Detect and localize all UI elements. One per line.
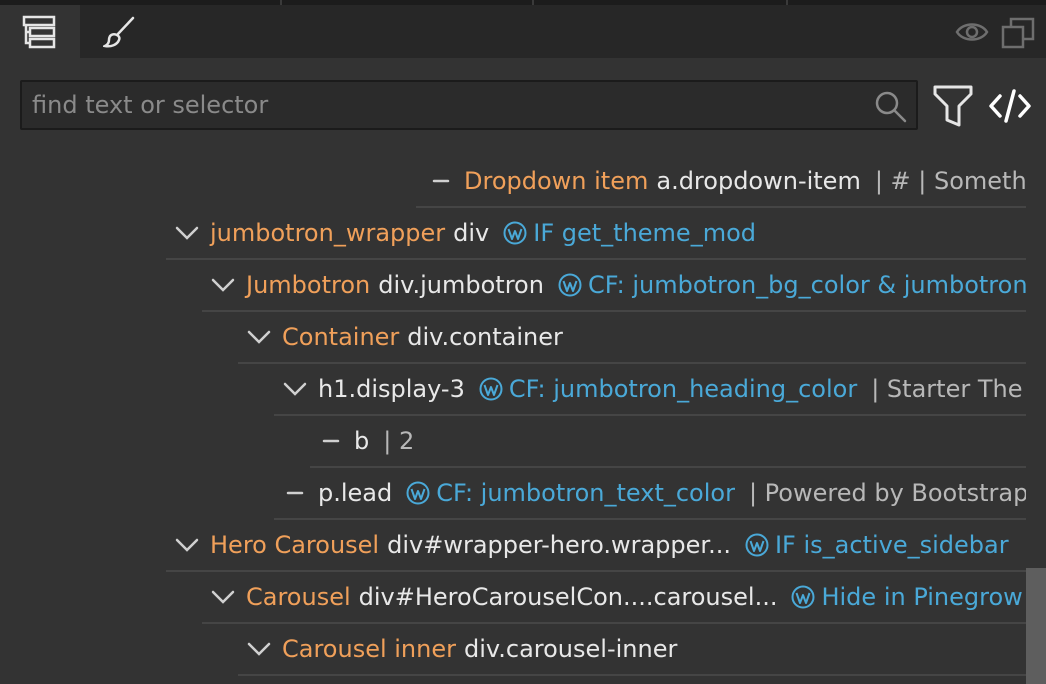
wordpress-icon xyxy=(503,221,527,245)
chevron-down-icon xyxy=(247,330,271,344)
component-name: Carousel xyxy=(246,583,351,611)
tree-row[interactable]: Carousel inner div.carousel-inner xyxy=(238,624,1026,676)
search-icon[interactable] xyxy=(874,90,908,124)
duplicate-icon[interactable] xyxy=(1001,17,1035,51)
style-tab[interactable] xyxy=(80,5,160,58)
component-name: Container xyxy=(282,323,400,351)
code-view-icon[interactable] xyxy=(988,88,1032,124)
expand-toggle[interactable] xyxy=(246,324,282,350)
wordpress-action[interactable]: CF: jumbotron_text_color xyxy=(406,479,735,507)
wordpress-action-label: IF get_theme_mod xyxy=(533,219,756,247)
brush-icon xyxy=(103,16,135,47)
tree-row[interactable]: h1.display-3 CF: jumbotron_heading_color |… xyxy=(274,364,1026,416)
wordpress-action[interactable]: IF is_active_sidebar xyxy=(745,531,1009,559)
tree-tab[interactable] xyxy=(0,5,80,58)
wordpress-action[interactable]: CF: jumbotron_heading_color xyxy=(479,375,857,403)
element-text-preview: | 2 xyxy=(383,427,415,455)
tree-icon xyxy=(22,15,56,48)
element-selector: div xyxy=(453,219,490,247)
expand-toggle[interactable] xyxy=(210,584,246,610)
element-selector: div.jumbotron xyxy=(378,271,544,299)
leaf-marker xyxy=(318,428,354,454)
element-selector: h1.display-3 xyxy=(318,375,465,403)
leaf-dash-icon xyxy=(286,491,304,495)
chevron-down-icon xyxy=(211,278,235,292)
wordpress-action-label: CF: jumbotron_text_color xyxy=(436,479,735,507)
eye-icon[interactable] xyxy=(955,17,989,47)
wordpress-action[interactable]: IF get_theme_mod xyxy=(503,219,756,247)
wordpress-icon xyxy=(791,585,815,609)
tree-row[interactable]: Jumbotron div.jumbotron CF: jumbotron_bg_c… xyxy=(202,260,1026,312)
tree-row[interactable]: Carousel div#HeroCarouselCon....carousel.… xyxy=(202,572,1026,624)
chevron-down-icon xyxy=(211,590,235,604)
element-selector: a.dropdown-item xyxy=(656,167,861,195)
wordpress-action-label: Hide in Pinegrow xyxy=(821,583,1023,611)
wordpress-action[interactable]: Hide in Pinegrow xyxy=(791,583,1023,611)
expand-toggle[interactable] xyxy=(246,636,282,662)
scrollbar-thumb[interactable] xyxy=(1026,568,1046,684)
element-selector: p.lead xyxy=(318,479,393,507)
expand-toggle[interactable] xyxy=(210,272,246,298)
component-name: Dropdown item xyxy=(464,167,649,195)
leaf-marker xyxy=(428,168,464,194)
chevron-down-icon xyxy=(247,642,271,656)
filter-icon[interactable] xyxy=(932,84,974,128)
leaf-dash-icon xyxy=(432,179,450,183)
chevron-down-icon xyxy=(175,538,199,552)
leaf-marker xyxy=(282,480,318,506)
element-selector: div.carousel-inner xyxy=(464,635,678,663)
wordpress-icon xyxy=(558,273,582,297)
element-selector: div.container xyxy=(407,323,563,351)
component-name: Hero Carousel xyxy=(210,531,380,559)
tree-row[interactable]: p.lead CF: jumbotron_text_color | Powered … xyxy=(274,468,1026,520)
tree-row[interactable]: b | 2 xyxy=(310,416,1026,468)
search-input[interactable] xyxy=(32,82,872,128)
wordpress-icon xyxy=(479,377,503,401)
element-text-preview: | Starter The xyxy=(871,375,1023,403)
chevron-down-icon xyxy=(175,226,199,240)
wordpress-action-label: CF: jumbotron_bg_color & jumbotron xyxy=(587,271,1026,299)
tree-row[interactable]: Container div.container xyxy=(238,312,1026,364)
component-name: Jumbotron xyxy=(246,271,371,299)
tree-row[interactable]: Hero Carousel div#wrapper-hero.wrapper...… xyxy=(166,520,1026,572)
tree-row[interactable]: Dropdown item a.dropdown-item | # | Someth xyxy=(416,156,1026,208)
chevron-down-icon xyxy=(283,382,307,396)
component-name: Carousel inner xyxy=(282,635,456,663)
leaf-dash-icon xyxy=(322,439,340,443)
panel-tab-bar xyxy=(0,5,1046,58)
element-text-preview: | Powered by Bootstrap xyxy=(748,479,1026,507)
expand-toggle[interactable] xyxy=(282,376,318,402)
wordpress-action-label: IF is_active_sidebar xyxy=(774,531,1009,559)
element-selector: div#HeroCarouselCon....carousel... xyxy=(358,583,778,611)
wordpress-action-label: CF: jumbotron_heading_color xyxy=(508,375,858,403)
expand-toggle[interactable] xyxy=(174,532,210,558)
search-box xyxy=(20,80,918,130)
component-name: jumbotron_wrapper xyxy=(210,219,446,247)
element-text-preview: | # | Someth xyxy=(874,167,1026,195)
wordpress-action[interactable]: CF: jumbotron_bg_color & jumbotron xyxy=(558,271,1026,299)
tree-row[interactable]: jumbotron_wrapper div IF get_theme_mod xyxy=(166,208,1026,260)
element-selector: div#wrapper-hero.wrapper... xyxy=(387,531,731,559)
element-selector: b xyxy=(354,427,370,455)
wordpress-icon xyxy=(406,481,430,505)
wordpress-icon xyxy=(745,533,769,557)
element-tree: Dropdown item a.dropdown-item | # | Someth… xyxy=(0,156,1026,684)
expand-toggle[interactable] xyxy=(174,220,210,246)
